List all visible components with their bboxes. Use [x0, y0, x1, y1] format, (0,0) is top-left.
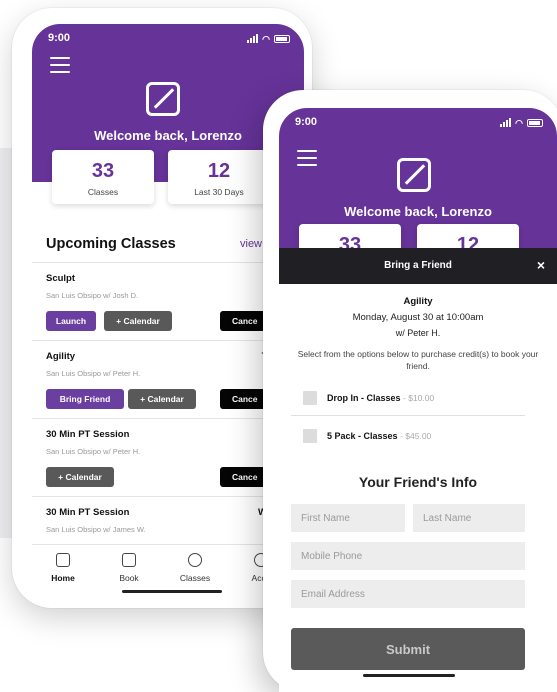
brand-logo-icon	[146, 82, 180, 116]
stat-label: Last 30 Days	[194, 187, 244, 197]
mobile-phone-field[interactable]	[291, 542, 525, 570]
status-bar: 9:00 ◠	[32, 32, 304, 46]
modal-title: Bring a Friend	[384, 260, 452, 271]
upcoming-classes-title: Upcoming Classes	[46, 236, 176, 252]
option-price: - $10.00	[403, 393, 435, 403]
option-label: 5 Pack - Classes	[327, 431, 398, 441]
email-field[interactable]	[291, 580, 525, 608]
stat-value: 12	[207, 160, 231, 182]
tab-label: Home	[51, 573, 75, 583]
option-drop-in[interactable]: Drop In - Classes - $10.00	[291, 380, 525, 416]
calendar-icon	[122, 553, 136, 567]
signal-icon	[247, 34, 259, 43]
class-name: 30 Min PT Session	[46, 507, 130, 518]
class-instructor: w/ Peter H.	[395, 328, 441, 338]
tab-home[interactable]: Home	[36, 553, 90, 583]
brand-logo-icon	[397, 158, 431, 192]
class-location: San Luis Obsipo w/ James W.	[46, 525, 146, 534]
stat-card-classes: 33 Classes	[52, 150, 154, 204]
tab-label: Book	[119, 573, 139, 583]
launch-button[interactable]: Launch	[46, 311, 96, 331]
class-location: San Luis Obsipo w/ Josh D.	[46, 291, 139, 300]
status-icons: ◠	[500, 118, 543, 128]
class-name: Agility	[403, 296, 433, 307]
signal-icon	[500, 118, 512, 127]
hamburger-menu-icon[interactable]	[50, 57, 70, 78]
tab-book[interactable]: Book	[102, 553, 156, 583]
instructions-text: Select from the options below to purchas…	[297, 349, 539, 371]
wifi-icon: ◠	[515, 118, 523, 128]
home-icon	[56, 553, 70, 567]
class-date: Monday, August 30 at 10:00am	[352, 312, 484, 323]
wifi-icon: ◠	[262, 34, 270, 44]
welcome-text: Welcome back, Lorenzo	[344, 204, 492, 219]
option-5-pack[interactable]: 5 Pack - Classes - $45.00	[291, 418, 525, 454]
option-label: Drop In - Classes	[327, 393, 401, 403]
add-calendar-button[interactable]: + Calendar	[46, 467, 114, 487]
bring-friend-screen: 9:00 ◠ Welcome back, Lorenzo 33 12 Bring…	[279, 108, 557, 692]
home-indicator	[122, 590, 222, 593]
first-name-field[interactable]	[291, 504, 405, 532]
friend-info-title: Your Friend's Info	[358, 474, 478, 490]
battery-icon	[527, 119, 543, 127]
stat-value: 33	[91, 160, 115, 182]
status-time: 9:00	[48, 32, 71, 44]
class-name: Agility	[46, 351, 76, 362]
checkbox[interactable]	[303, 429, 317, 443]
class-name: Sculpt	[46, 273, 76, 284]
class-location: San Luis Obsipo w/ Peter H.	[46, 447, 141, 456]
option-price: - $45.00	[400, 431, 432, 441]
stat-label: Classes	[87, 187, 119, 197]
tab-classes[interactable]: Classes	[168, 553, 222, 583]
checkbox[interactable]	[303, 391, 317, 405]
class-location: San Luis Obsipo w/ Peter H.	[46, 369, 141, 378]
add-calendar-button[interactable]: + Calendar	[104, 311, 172, 331]
hamburger-menu-icon[interactable]	[297, 150, 317, 171]
view-all-link[interactable]: view	[240, 238, 262, 250]
status-bar: 9:00 ◠	[279, 116, 557, 130]
add-calendar-button[interactable]: + Calendar	[128, 389, 196, 409]
home-indicator	[363, 674, 455, 677]
last-name-field[interactable]	[413, 504, 525, 532]
submit-button[interactable]: Submit	[291, 628, 525, 670]
clock-icon	[188, 553, 202, 567]
status-time: 9:00	[295, 116, 318, 128]
close-icon[interactable]: ×	[537, 257, 545, 273]
class-name: 30 Min PT Session	[46, 429, 130, 440]
battery-icon	[274, 35, 290, 43]
stat-card-last-30-days: 12 Last 30 Days	[168, 150, 270, 204]
bring-friend-modal: Bring a Friend × Agility Monday, August …	[279, 248, 557, 692]
modal-header: Bring a Friend ×	[279, 248, 557, 284]
phone-front: 9:00 ◠ Welcome back, Lorenzo 33 12 Bring…	[263, 90, 557, 692]
tab-label: Classes	[179, 573, 211, 583]
status-icons: ◠	[247, 34, 290, 44]
bring-friend-button[interactable]: Bring Friend	[46, 389, 124, 409]
